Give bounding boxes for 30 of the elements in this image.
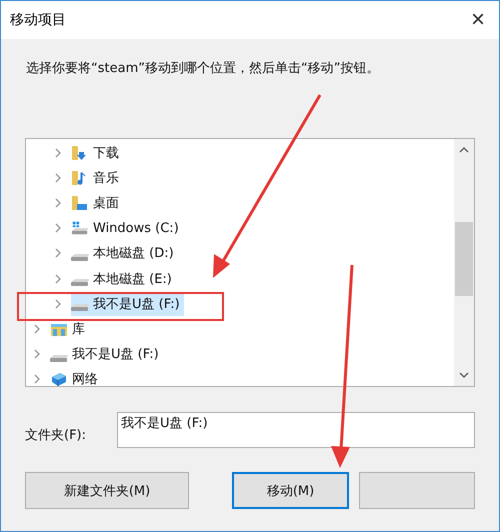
drive-icon	[71, 304, 89, 312]
tree-item[interactable]: 库	[50, 316, 89, 341]
dialog-button[interactable]: 新建文件夹(M)	[25, 472, 189, 509]
dialog-button[interactable]: 移动(M)	[232, 472, 349, 509]
scroll-up-icon[interactable]	[459, 147, 469, 153]
tree-item[interactable]: 本地磁盘 (D:)	[71, 241, 178, 266]
drive-icon	[50, 354, 68, 362]
tree-item[interactable]: Windows (C:)	[71, 216, 183, 240]
close-button[interactable]: ×	[464, 8, 491, 32]
tree-item[interactable]: 本地磁盘 (E:)	[71, 266, 176, 291]
window-title: 移动项目	[10, 11, 66, 29]
drive-icon	[71, 254, 89, 261]
folder-icon	[71, 194, 89, 212]
folder-icon	[71, 144, 89, 162]
instruction-text: 选择你要将“steam”移动到哪个位置，然后单击“移动”按钮。	[26, 60, 380, 78]
scrollbar[interactable]	[454, 139, 474, 386]
tree-item[interactable]: 桌面	[71, 190, 123, 215]
drive-icon	[71, 279, 89, 286]
folder-label: 文件夹(F):	[25, 427, 88, 444]
drive-icon	[71, 219, 89, 238]
scroll-down-icon[interactable]	[459, 372, 469, 378]
network-icon	[50, 370, 68, 388]
folder-field[interactable]: 我不是U盘 (F:)	[117, 412, 475, 448]
tree-item[interactable]: 网络	[50, 367, 102, 392]
tree-item[interactable]: 我不是U盘 (F:)	[71, 292, 184, 316]
blank-button[interactable]	[359, 472, 475, 509]
tree-item[interactable]: 我不是U盘 (F:)	[50, 342, 163, 366]
scroll-thumb[interactable]	[455, 222, 473, 296]
tree-item[interactable]: 下载	[71, 140, 123, 165]
tree-item[interactable]: 音乐	[71, 166, 123, 190]
